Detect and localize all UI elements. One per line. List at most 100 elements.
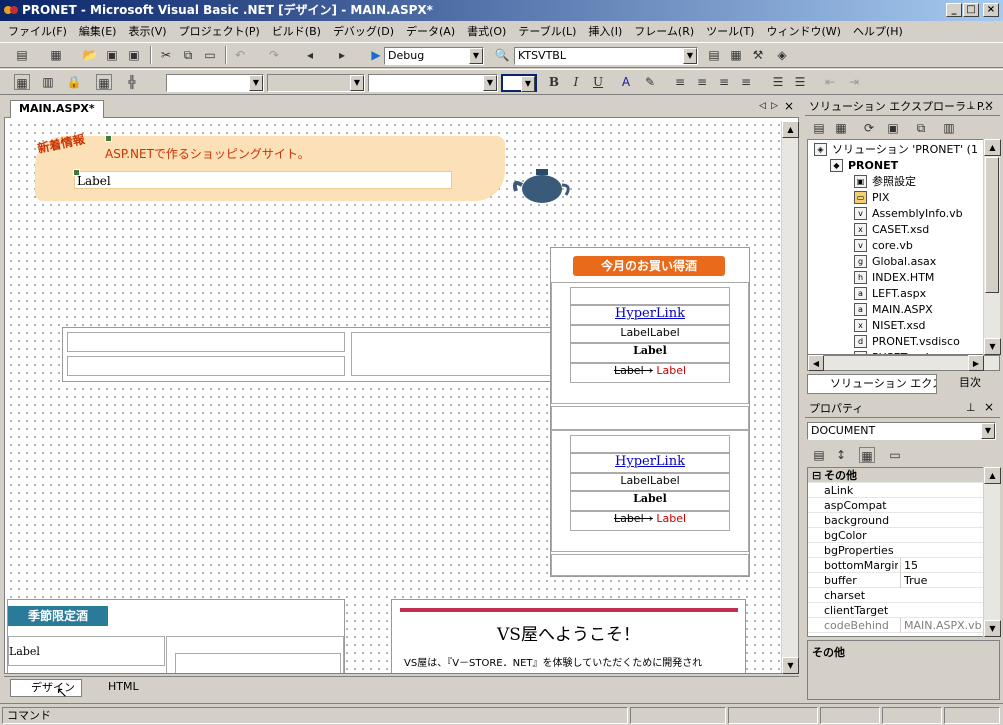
menu-item[interactable]: フレーム(R): [634, 23, 694, 39]
italic-icon[interactable]: I: [568, 74, 584, 90]
new-project-icon[interactable]: ▤: [14, 47, 30, 63]
object-dropdown[interactable]: DOCUMENT ▼: [807, 422, 996, 440]
scroll-down-icon[interactable]: ▼: [984, 620, 1001, 637]
paste-icon[interactable]: ▭: [202, 47, 218, 63]
scroll-down-icon[interactable]: ▼: [782, 657, 799, 674]
property-row[interactable]: bgProperties: [808, 543, 988, 558]
solution-explorer-icon[interactable]: ▤: [706, 47, 722, 63]
lock-icon[interactable]: 🔒: [66, 74, 82, 90]
tab-main-aspx[interactable]: MAIN.ASPX*: [10, 100, 104, 118]
tab-design[interactable]: デザイン: [10, 679, 82, 697]
properties-icon[interactable]: ▥: [941, 120, 957, 136]
property-row[interactable]: aspCompat: [808, 498, 988, 513]
property-row[interactable]: buffer True: [808, 573, 988, 588]
monthly-panel[interactable]: 今月のお買い得酒 HyperLink LabelLabel Label Labe…: [550, 247, 750, 577]
scroll-up-icon[interactable]: ▲: [984, 467, 1001, 484]
menu-item[interactable]: ビルド(B): [272, 23, 321, 39]
scroll-up-icon[interactable]: ▲: [782, 121, 799, 138]
product-hyperlink[interactable]: HyperLink: [615, 454, 685, 469]
property-value[interactable]: 15: [900, 558, 988, 573]
menu-item[interactable]: 書式(O): [467, 23, 506, 39]
font-name-dropdown[interactable]: ▼: [267, 74, 365, 92]
seasonal-cell[interactable]: Label: [8, 636, 165, 666]
alphabetical-icon[interactable]: ↕: [833, 447, 849, 463]
font-size-dropdown[interactable]: ▼: [368, 74, 498, 92]
menu-item[interactable]: ツール(T): [706, 23, 754, 39]
add-item-icon[interactable]: ▦: [48, 47, 64, 63]
property-pages-icon[interactable]: ▭: [887, 447, 903, 463]
menu-item[interactable]: デバッグ(D): [333, 23, 394, 39]
design-vscroll[interactable]: ▲ ▼: [781, 121, 799, 674]
seasonal-panel[interactable]: 季節限定酒 Label: [7, 599, 345, 673]
redo-icon[interactable]: ↷: [266, 47, 282, 63]
show-grid-icon[interactable]: ▦: [96, 74, 112, 90]
menu-item[interactable]: ウィンドウ(W): [766, 23, 840, 39]
tab-html[interactable]: HTML: [88, 679, 148, 697]
highlight-icon[interactable]: ✎: [642, 74, 658, 90]
justify-full-icon[interactable]: ≡: [738, 74, 754, 90]
view-code-icon[interactable]: ▤: [811, 120, 827, 136]
refresh-icon[interactable]: ⟳: [861, 120, 877, 136]
property-row[interactable]: background: [808, 513, 988, 528]
design-surface[interactable]: 新着情報 ASP.NETで作るショッピングサイト。 Label 今月のお買い得酒…: [7, 121, 780, 673]
indent-icon[interactable]: ⇥: [846, 74, 862, 90]
product-hyperlink[interactable]: HyperLink: [615, 306, 685, 321]
solution-config-dropdown[interactable]: Debug ▼: [384, 47, 484, 65]
copy-project-icon[interactable]: ⧉: [913, 120, 929, 136]
align-icon[interactable]: ╬: [124, 74, 140, 90]
show-all-files-icon[interactable]: ▣: [885, 120, 901, 136]
cut-icon[interactable]: ✂: [158, 47, 174, 63]
tab-scroll-right-icon[interactable]: ▷: [771, 101, 778, 111]
property-category[interactable]: ⊟ その他: [808, 468, 988, 483]
property-row[interactable]: bottomMargin 15: [808, 558, 988, 573]
property-value[interactable]: True: [900, 573, 988, 588]
menu-item[interactable]: 挿入(I): [588, 23, 622, 39]
close-panel-icon[interactable]: ×: [984, 400, 994, 414]
menu-item[interactable]: テーブル(L): [518, 23, 576, 39]
block-format-dropdown[interactable]: ▼: [166, 74, 264, 92]
property-grid[interactable]: ⊟ その他 aLink aspCompat background bgColor bgPr…: [807, 467, 997, 637]
property-row[interactable]: charset: [808, 588, 988, 603]
welcome-panel[interactable]: VS屋へようこそ！ VS屋は、『V－STORE．NET』を体験していただくために…: [391, 599, 746, 673]
save-all-icon[interactable]: ▣: [126, 47, 142, 63]
property-row[interactable]: clientTarget: [808, 603, 988, 618]
minimize-button[interactable]: _: [946, 3, 962, 17]
scroll-right-icon[interactable]: ▶: [968, 355, 984, 371]
underline-icon[interactable]: U: [590, 74, 606, 90]
grid-icon[interactable]: ▥: [40, 74, 56, 90]
pin-icon[interactable]: ⊥: [966, 401, 976, 414]
tree-vscroll[interactable]: ▲ ▼: [983, 139, 1001, 355]
tab-scroll-left-icon[interactable]: ◁: [759, 101, 766, 111]
scroll-down-icon[interactable]: ▼: [984, 338, 1001, 355]
categorized-icon[interactable]: ▤: [811, 447, 827, 463]
scroll-thumb[interactable]: [985, 157, 999, 293]
copy-icon[interactable]: ⧉: [180, 47, 196, 63]
find-combo[interactable]: KTSVTBL ▼: [514, 47, 698, 65]
close-panel-icon[interactable]: ×: [984, 98, 994, 112]
class-view-icon[interactable]: ◈: [774, 47, 790, 63]
property-row[interactable]: aLink: [808, 483, 988, 498]
undo-icon[interactable]: ↶: [232, 47, 248, 63]
middle-cell[interactable]: [351, 332, 583, 376]
save-icon[interactable]: ▣: [104, 47, 120, 63]
scroll-up-icon[interactable]: ▲: [984, 139, 1001, 156]
numbered-list-icon[interactable]: ☰: [770, 74, 786, 90]
view-designer-icon[interactable]: ▦: [833, 120, 849, 136]
outdent-icon[interactable]: ⇤: [822, 74, 838, 90]
scroll-left-icon[interactable]: ◀: [808, 355, 824, 371]
justify-left-icon[interactable]: ≡: [672, 74, 688, 90]
menu-item[interactable]: データ(A): [406, 23, 455, 39]
foreground-color-icon[interactable]: A: [618, 74, 634, 90]
property-row[interactable]: bgColor: [808, 528, 988, 543]
pin-icon[interactable]: ⊥: [966, 99, 976, 112]
tree-hscroll[interactable]: ◀ ▶: [807, 355, 1000, 371]
product-box[interactable]: HyperLink LabelLabel Label Label→ Label: [551, 430, 749, 552]
close-window-button[interactable]: ×: [983, 3, 999, 17]
product-box[interactable]: HyperLink LabelLabel Label Label→ Label: [551, 282, 749, 404]
maximize-button[interactable]: □: [963, 3, 979, 17]
menu-item[interactable]: 表示(V): [128, 23, 166, 39]
design-mode-icon[interactable]: ▦: [14, 74, 30, 90]
property-value[interactable]: MAIN.ASPX.vb: [900, 618, 988, 633]
toolbox-icon[interactable]: ⚒: [750, 47, 766, 63]
bold-icon[interactable]: B: [546, 74, 562, 90]
